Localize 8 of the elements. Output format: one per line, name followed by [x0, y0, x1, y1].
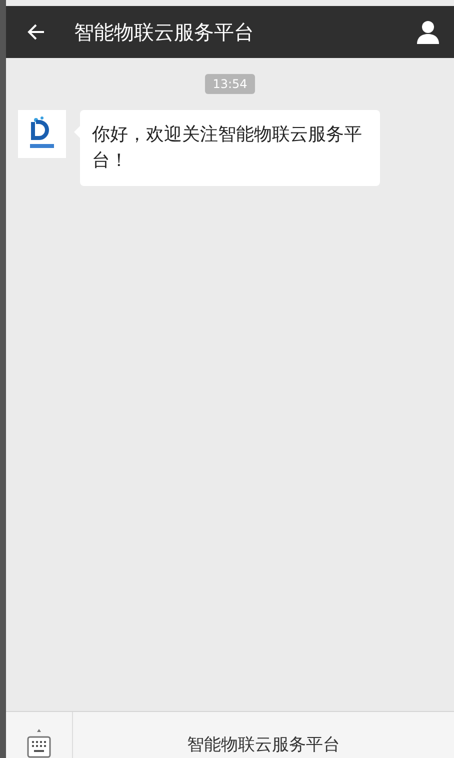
back-arrow-icon[interactable]	[26, 22, 46, 42]
menu-item[interactable]: 智能物联云服务平台	[187, 733, 340, 758]
chat-title: 智能物联云服务平台	[74, 18, 255, 46]
message-bubble: 你好，欢迎关注智能物联云服务平台！	[80, 110, 380, 186]
keyboard-icon[interactable]	[27, 728, 51, 758]
person-icon[interactable]	[416, 20, 440, 44]
timestamp: 13:54	[204, 74, 256, 94]
logo-icon	[18, 110, 66, 158]
